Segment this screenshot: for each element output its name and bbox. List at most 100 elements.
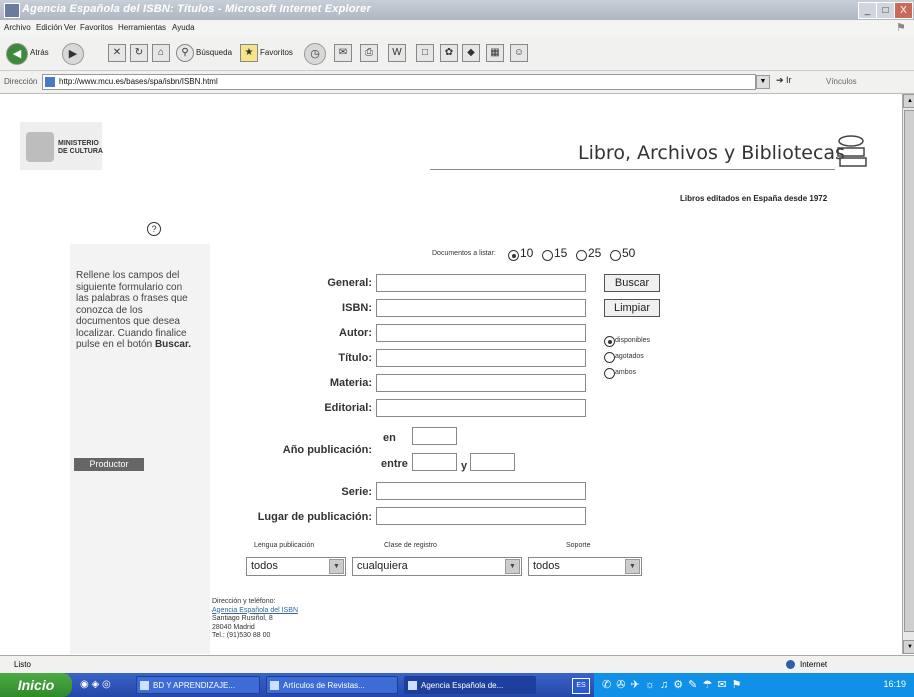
editorial-input[interactable] (376, 399, 586, 417)
url-text[interactable]: http://www.mcu.es/bases/spa/isbn/ISBN.ht… (59, 77, 218, 86)
chevron-down-icon[interactable]: ▼ (625, 559, 640, 574)
window-title-bar: Agencia Española del ISBN: Títulos - Mic… (0, 0, 914, 20)
media-icon[interactable]: ▦ (486, 44, 504, 62)
quick-launch-icon[interactable]: ◉ ◈ ◎ (80, 679, 111, 690)
lugar-input[interactable] (376, 507, 586, 525)
anio-entre-to-input[interactable] (470, 453, 515, 471)
url-input[interactable]: http://www.mcu.es/bases/spa/isbn/ISBN.ht… (42, 74, 756, 90)
general-input[interactable] (376, 274, 586, 292)
system-tray: ✆ ✇ ✈ ☼ ♫ ⚙ ✎ ☂ ✉ ⚑ 16:19 (594, 673, 914, 697)
anio-en-input[interactable] (412, 427, 457, 445)
buscar-button[interactable]: Buscar (604, 274, 660, 292)
favorites-star-icon[interactable]: ★ (240, 44, 258, 62)
clock: 16:19 (883, 679, 906, 689)
maximize-button[interactable]: □ (876, 2, 895, 19)
coat-of-arms-icon (26, 132, 54, 162)
start-button[interactable]: Inicio (0, 673, 72, 697)
links-label[interactable]: Vínculos (826, 77, 857, 86)
docs-radio-50[interactable] (610, 250, 621, 261)
menu-favoritos[interactable]: Favoritos (80, 23, 113, 32)
close-button[interactable]: X (894, 2, 913, 19)
minimize-button[interactable]: _ (858, 2, 877, 19)
lugar-label: Lugar de publicación: (257, 511, 372, 523)
ministry-name: MINISTERIO DE CULTURA (58, 140, 103, 155)
materia-label: Materia: (329, 377, 372, 389)
availability-ambos-label: ambos (615, 369, 637, 376)
books-icon (837, 135, 867, 167)
discuss-icon[interactable]: □ (416, 44, 434, 62)
windows-flag-icon: ⚑ (896, 22, 906, 34)
anio-entre-label: entre (381, 458, 408, 470)
clase-select[interactable]: cualquiera ▼ (352, 557, 522, 576)
soporte-select[interactable]: todos ▼ (528, 557, 642, 576)
lengua-select[interactable]: todos ▼ (246, 557, 346, 576)
menu-edicion[interactable]: Edición (36, 23, 62, 32)
vertical-scrollbar[interactable]: ▲ ▼ (902, 94, 914, 654)
serie-input[interactable] (376, 482, 586, 500)
mail-icon[interactable]: ✉ (334, 44, 352, 62)
titulo-input[interactable] (376, 349, 586, 367)
search-button-label[interactable]: Búsqueda (196, 48, 232, 57)
task-bd-aprendizaje-label: BD Y APRENDIZAJE... (153, 681, 235, 690)
autor-input[interactable] (376, 324, 586, 342)
docs-radio-10[interactable] (508, 250, 519, 261)
autor-label: Autor: (339, 327, 372, 339)
users-icon[interactable]: ☺ (510, 44, 528, 62)
ie-icon (270, 681, 279, 690)
address-label: Dirección (4, 77, 38, 86)
menu-archivo[interactable]: Archivo (4, 23, 31, 32)
lengua-label: Lengua publicación (254, 542, 315, 549)
menu-herramientas[interactable]: Herramientas (118, 23, 166, 32)
scroll-down-icon[interactable]: ▼ (903, 640, 914, 654)
chevron-down-icon[interactable]: ▼ (329, 559, 344, 574)
task-bd-aprendizaje[interactable]: BD Y APRENDIZAJE... (136, 676, 260, 694)
availability-radio-ambos[interactable] (604, 368, 615, 379)
stop-icon[interactable]: ✕ (108, 44, 126, 62)
titulo-label: Título: (338, 352, 372, 364)
taskbar: Inicio ◉ ◈ ◎ BD Y APRENDIZAJE... Artícul… (0, 673, 914, 697)
task-agencia[interactable]: Agencia Española de... (404, 676, 536, 694)
tray-icons[interactable]: ✆ ✇ ✈ ☼ ♫ ⚙ ✎ ☂ ✉ ⚑ (602, 678, 743, 691)
productor-button[interactable]: Productor (74, 458, 144, 471)
availability-radio-agotados[interactable] (604, 352, 615, 363)
docs-radio-50-label: 50 (622, 246, 636, 260)
back-button-label[interactable]: Atrás (30, 48, 49, 57)
isbn-label: ISBN: (342, 302, 372, 314)
ie-icon (408, 681, 417, 690)
limpiar-button[interactable]: Limpiar (604, 299, 660, 317)
print-icon[interactable]: ⎙ (360, 44, 378, 62)
favorites-button-label[interactable]: Favoritos (260, 48, 293, 57)
language-indicator[interactable]: ES (572, 678, 590, 694)
forward-arrow-icon[interactable]: ▶ (62, 43, 84, 65)
availability-agotados-label: agotados (615, 353, 644, 360)
docs-radio-25[interactable] (576, 250, 587, 261)
isbn-input[interactable] (376, 299, 586, 317)
task-articulos[interactable]: Artículos de Revistas... (266, 676, 398, 694)
agency-link[interactable]: Agencia Española del ISBN (212, 607, 298, 616)
url-dropdown-icon[interactable]: ▼ (756, 75, 770, 89)
word-edit-icon[interactable]: W (388, 44, 406, 62)
docs-radio-15[interactable] (542, 250, 553, 261)
contact-street: Santiago Rusiñol, 8 (212, 615, 273, 622)
availability-radio-disponibles[interactable] (604, 336, 615, 347)
go-button[interactable]: ➔ Ir (776, 75, 792, 86)
clase-select-value: cualquiera (357, 560, 408, 572)
materia-input[interactable] (376, 374, 586, 392)
back-arrow-icon[interactable]: ◀ (6, 43, 28, 65)
menu-ayuda[interactable]: Ayuda (172, 23, 195, 32)
home-icon[interactable]: ⌂ (152, 44, 170, 62)
chevron-down-icon[interactable]: ▼ (505, 559, 520, 574)
research-icon[interactable]: ◆ (462, 44, 480, 62)
anio-entre-from-input[interactable] (412, 453, 457, 471)
help-icon[interactable]: ? (147, 222, 161, 236)
menu-ver[interactable]: Ver (64, 23, 76, 32)
anio-label: Año publicación: (282, 444, 372, 456)
scroll-up-icon[interactable]: ▲ (903, 94, 914, 108)
scroll-thumb[interactable] (904, 110, 914, 632)
history-icon[interactable]: ◷ (304, 43, 326, 65)
refresh-icon[interactable]: ↻ (130, 44, 148, 62)
window-title: Agencia Española del ISBN: Títulos - Mic… (22, 3, 371, 15)
messenger-icon[interactable]: ✿ (440, 44, 458, 62)
go-button-label: Ir (786, 75, 792, 85)
search-icon[interactable]: ⚲ (176, 44, 194, 62)
